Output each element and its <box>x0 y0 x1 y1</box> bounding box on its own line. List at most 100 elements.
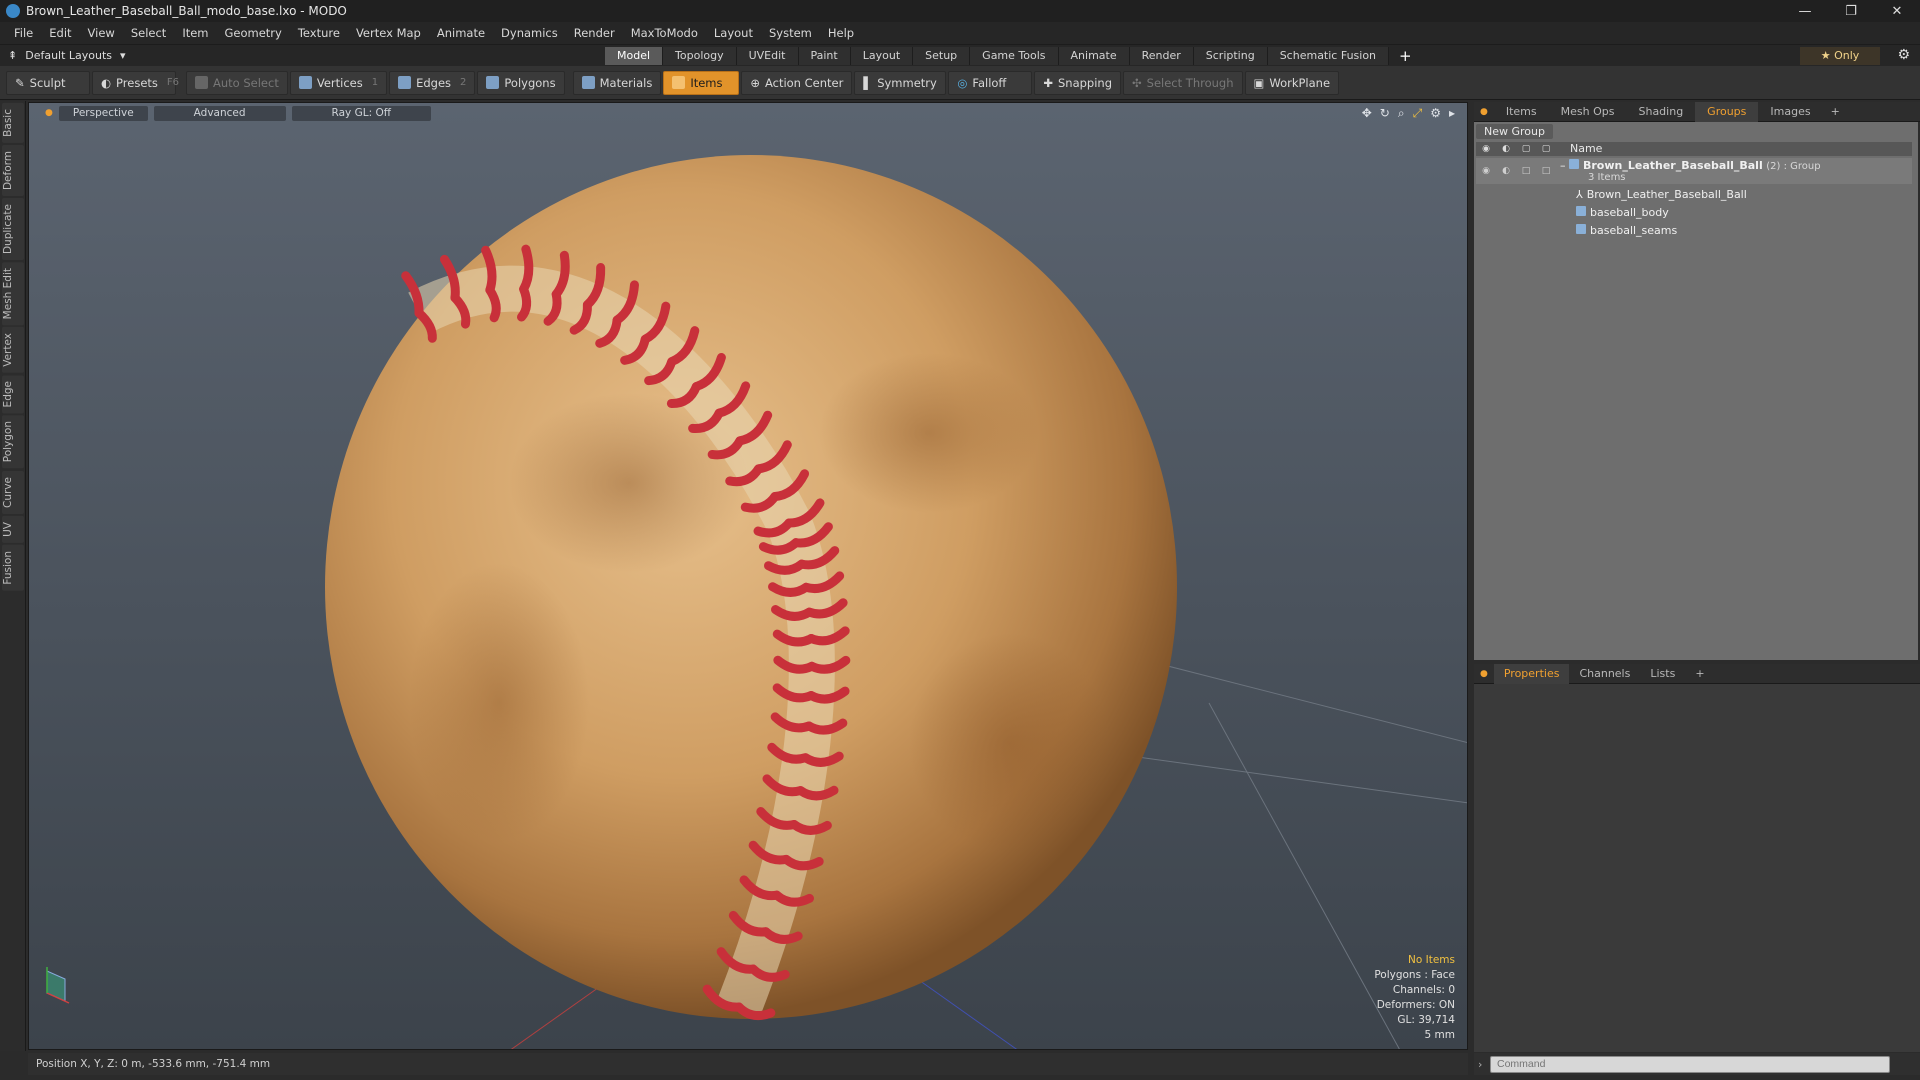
name-column-header[interactable]: Name <box>1556 142 1602 156</box>
tab-paint[interactable]: Paint <box>798 47 851 65</box>
render-icon[interactable]: ◐ <box>1496 142 1516 156</box>
scene-panel-tabs: ● Items Mesh Ops Shading Groups Images + <box>1474 101 1920 122</box>
tab-model[interactable]: Model <box>605 47 664 65</box>
lock-icon[interactable]: ▢ <box>1516 142 1536 156</box>
menu-bar: File Edit View Select Item Geometry Text… <box>0 22 1920 44</box>
menu-render[interactable]: Render <box>566 26 623 40</box>
row-lock-icon[interactable]: □ <box>1516 166 1536 176</box>
workplane-button[interactable]: ▣ WorkPlane <box>1244 70 1340 95</box>
tab-deform[interactable]: Deform <box>2 144 24 196</box>
presets-button[interactable]: ◐ Presets F6 <box>92 70 180 95</box>
add-panel-tab-button[interactable]: + <box>1685 664 1714 684</box>
symmetry-button[interactable]: ▌ Symmetry <box>854 70 947 95</box>
menu-maxtomodo[interactable]: MaxToModo <box>623 26 706 40</box>
menu-item[interactable]: Item <box>174 26 216 40</box>
group-row-root[interactable]: ◉ ◐ □ □ – Brown_Leather_Baseball_Ball (2) :… <box>1476 158 1912 184</box>
menu-view[interactable]: View <box>80 26 123 40</box>
tab-schematic-fusion[interactable]: Schematic Fusion <box>1267 47 1390 65</box>
auto-select-button[interactable]: Auto Select <box>186 70 288 95</box>
tab-uvedit[interactable]: UVEdit <box>736 47 799 65</box>
menu-help[interactable]: Help <box>820 26 862 40</box>
tab-channels[interactable]: Channels <box>1569 664 1640 684</box>
3d-viewport[interactable]: ● Perspective Advanced Ray GL: Off ✥ ↻ ⌕… <box>28 102 1468 1050</box>
tab-properties[interactable]: Properties <box>1493 663 1570 684</box>
materials-button[interactable]: Materials <box>572 70 662 95</box>
tab-uv[interactable]: UV <box>2 515 24 543</box>
tab-mesh-edit[interactable]: Mesh Edit <box>2 261 24 326</box>
layouts-icon: ⇞ <box>8 49 18 62</box>
select-through-button[interactable]: ✣ Select Through <box>1123 70 1243 95</box>
tab-duplicate[interactable]: Duplicate <box>2 197 24 260</box>
sculpt-label: Sculpt <box>29 75 66 90</box>
menu-system[interactable]: System <box>761 26 820 40</box>
tab-edge[interactable]: Edge <box>2 374 24 414</box>
tab-fusion[interactable]: Fusion <box>2 544 24 591</box>
tab-basic[interactable]: Basic <box>2 103 24 143</box>
presets-icon: ◐ <box>101 75 112 90</box>
row-visibility-icon[interactable]: ◉ <box>1476 166 1496 176</box>
tab-render[interactable]: Render <box>1129 47 1194 65</box>
materials-icon <box>581 76 595 89</box>
polygons-button[interactable]: Polygons <box>477 70 565 95</box>
minimize-button[interactable]: — <box>1782 4 1828 19</box>
snapping-button[interactable]: ✚ Snapping <box>1034 70 1122 95</box>
action-center-button[interactable]: ⊕ Action Center <box>741 70 853 95</box>
menu-dynamics[interactable]: Dynamics <box>493 26 566 40</box>
vertices-label: Vertices <box>316 75 363 90</box>
expand-icon[interactable]: – <box>1560 159 1566 172</box>
edges-button[interactable]: Edges 2 <box>389 70 476 95</box>
panel-menu-dot[interactable]: ● <box>1474 669 1494 679</box>
menu-edit[interactable]: Edit <box>41 26 79 40</box>
axis-gizmo <box>46 967 70 1004</box>
command-input[interactable] <box>1490 1055 1890 1073</box>
new-group-button[interactable]: New Group <box>1476 124 1553 139</box>
tab-scripting[interactable]: Scripting <box>1193 47 1268 65</box>
menu-select[interactable]: Select <box>123 26 174 40</box>
tab-animate[interactable]: Animate <box>1058 47 1130 65</box>
menu-geometry[interactable]: Geometry <box>217 26 290 40</box>
restore-button[interactable]: ❐ <box>1828 4 1874 19</box>
items-button[interactable]: Items <box>663 70 740 95</box>
tab-vertex[interactable]: Vertex <box>2 327 24 373</box>
menu-texture[interactable]: Texture <box>290 26 348 40</box>
panel-menu-dot[interactable]: ● <box>1474 107 1494 117</box>
presets-shortcut: F6 <box>166 77 180 88</box>
viewport-info: No Items Polygons : Face Channels: 0 Def… <box>1374 953 1455 1043</box>
tab-lists[interactable]: Lists <box>1640 664 1685 684</box>
row-render-icon[interactable]: ◐ <box>1496 166 1516 176</box>
group-child-row[interactable]: baseball_body <box>1476 204 1912 220</box>
menu-vertex-map[interactable]: Vertex Map <box>348 26 429 40</box>
menu-layout[interactable]: Layout <box>706 26 761 40</box>
group-child-row[interactable]: baseball_seams <box>1476 222 1912 238</box>
only-toggle[interactable]: ★ Only <box>1800 47 1880 65</box>
tab-shading[interactable]: Shading <box>1626 102 1695 122</box>
group-child-row[interactable]: ⅄ Brown_Leather_Baseball_Ball <box>1476 186 1912 202</box>
close-button[interactable]: ✕ <box>1874 4 1920 19</box>
tab-game-tools[interactable]: Game Tools <box>970 47 1059 65</box>
tab-images[interactable]: Images <box>1758 102 1822 122</box>
menu-animate[interactable]: Animate <box>429 26 493 40</box>
add-tab-button[interactable]: + <box>1389 47 1422 65</box>
z-axis-line <box>908 972 1018 1049</box>
vertices-button[interactable]: Vertices 1 <box>289 70 388 95</box>
layouts-dropdown[interactable]: ⇞ Default Layouts ▾ <box>8 49 126 62</box>
menu-file[interactable]: File <box>6 26 41 40</box>
tab-items[interactable]: Items <box>1494 102 1549 122</box>
tab-topology[interactable]: Topology <box>663 47 737 65</box>
tab-layout[interactable]: Layout <box>850 47 914 65</box>
sculpt-button[interactable]: ✎ Sculpt <box>6 70 90 95</box>
tab-mesh-ops[interactable]: Mesh Ops <box>1549 102 1627 122</box>
visibility-icon[interactable]: ◉ <box>1476 142 1496 156</box>
mesh-icon <box>1576 205 1586 216</box>
falloff-button[interactable]: ◎ Falloff <box>948 70 1033 95</box>
tab-setup[interactable]: Setup <box>913 47 971 65</box>
auto-select-icon <box>195 76 208 89</box>
tab-groups[interactable]: Groups <box>1695 101 1759 122</box>
add-panel-tab-button[interactable]: + <box>1823 105 1848 118</box>
select-icon[interactable]: ▢ <box>1536 142 1556 156</box>
gear-icon[interactable]: ⚙ <box>1897 47 1910 63</box>
tab-polygon[interactable]: Polygon <box>2 415 24 469</box>
row-select-icon[interactable]: □ <box>1536 166 1556 176</box>
baseball-model[interactable] <box>325 155 1177 1021</box>
tab-curve[interactable]: Curve <box>2 470 24 514</box>
